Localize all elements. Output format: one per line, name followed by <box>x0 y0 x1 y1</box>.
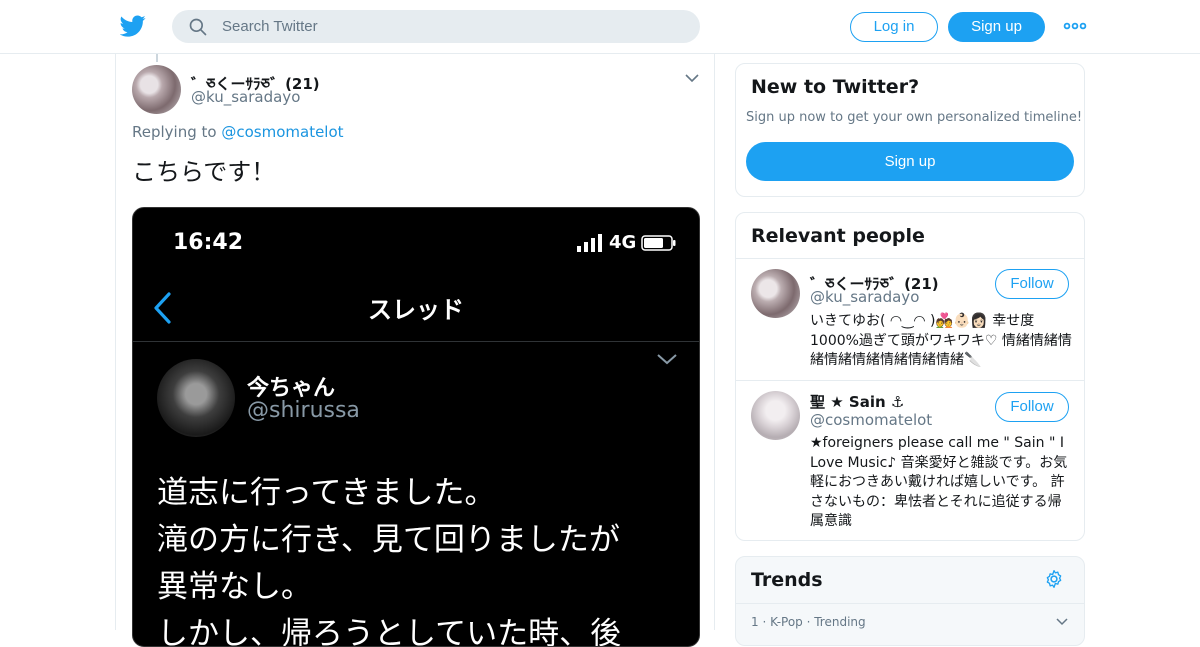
follow-button[interactable]: Follow <box>995 269 1069 299</box>
divider <box>736 603 1084 604</box>
new-to-twitter-subtitle: Sign up now to get your own personalized… <box>746 110 1083 125</box>
screenshot-thread-title: スレッド <box>368 296 464 324</box>
tweet-text: こちらです！ <box>132 158 276 186</box>
person-bio: ★foreigners please call me " Sain " I Lo… <box>810 435 1068 529</box>
sidebar-signup-button[interactable]: Sign up <box>746 142 1074 181</box>
network-label: 4G <box>609 232 637 253</box>
new-to-twitter-card: New to Twitter? Sign up now to get your … <box>735 63 1085 197</box>
login-button[interactable]: Log in <box>850 12 938 42</box>
trends-title: Trends <box>751 569 823 591</box>
avatar[interactable] <box>751 269 800 318</box>
battery-icon <box>641 235 676 251</box>
person-handle[interactable]: @cosmomatelot <box>810 411 932 429</box>
tweet-column: ゛ཅくーｻﾗཅ゛(21) @ku_saradayo Replying to @c… <box>115 54 715 647</box>
relevant-people-card: Relevant people ゛ཅくーｻﾗཅ゛(21) @ku_saraday… <box>735 212 1085 541</box>
divider <box>736 258 1084 259</box>
author-handle[interactable]: @ku_saradayo <box>191 88 300 106</box>
search-icon <box>189 18 207 36</box>
more-dots-icon[interactable] <box>1063 17 1087 35</box>
twitter-bird-icon[interactable] <box>120 13 146 39</box>
screenshot-avatar <box>157 359 235 437</box>
follow-button[interactable]: Follow <box>995 392 1069 422</box>
search-box[interactable] <box>172 10 700 43</box>
screenshot-divider <box>133 341 699 342</box>
chevron-down-icon <box>657 354 677 365</box>
screenshot-author-handle: @shirussa <box>247 398 360 423</box>
screenshot-tweet-body: 道志に行ってきました。 滝の方に行き、見て回りましたが 異常なし。 しかし、帰ろ… <box>157 475 622 647</box>
signup-button[interactable]: Sign up <box>948 12 1045 42</box>
phone-time: 16:42 <box>173 230 244 255</box>
replying-to-link[interactable]: @cosmomatelot <box>221 123 343 141</box>
trend-item-meta[interactable]: 1 · K-Pop · Trending <box>751 615 866 629</box>
person-bio: いきてゆお( ◠‿◠ )💑👶🏻👩🏻 幸せ度1000%過ぎて頭がワキワキ♡ 情緒情… <box>810 313 1072 368</box>
top-navigation-bar: Log in Sign up <box>0 0 1200 54</box>
replying-prefix: Replying to <box>132 123 217 141</box>
gear-icon[interactable] <box>1044 569 1064 589</box>
avatar[interactable] <box>751 391 800 440</box>
divider <box>736 380 1084 381</box>
chevron-down-icon[interactable] <box>1055 615 1069 629</box>
replying-to-line: Replying to @cosmomatelot <box>132 123 344 141</box>
trends-card: Trends 1 · K-Pop · Trending <box>735 556 1085 646</box>
chevron-down-icon[interactable] <box>684 70 700 86</box>
person-handle[interactable]: @ku_saradayo <box>810 288 919 306</box>
search-input[interactable] <box>222 10 682 43</box>
thread-connector-line <box>156 54 158 62</box>
avatar[interactable] <box>132 65 181 114</box>
tweet-image[interactable]: 16:42 4G スレッド 今ちゃん @shirussa 道志に行ってきました。… <box>132 207 700 647</box>
signal-icon <box>577 234 602 252</box>
relevant-people-title: Relevant people <box>751 225 925 247</box>
person-name[interactable]: 聖 ★ Sain ⚓ <box>810 391 904 412</box>
new-to-twitter-title: New to Twitter? <box>751 76 920 98</box>
